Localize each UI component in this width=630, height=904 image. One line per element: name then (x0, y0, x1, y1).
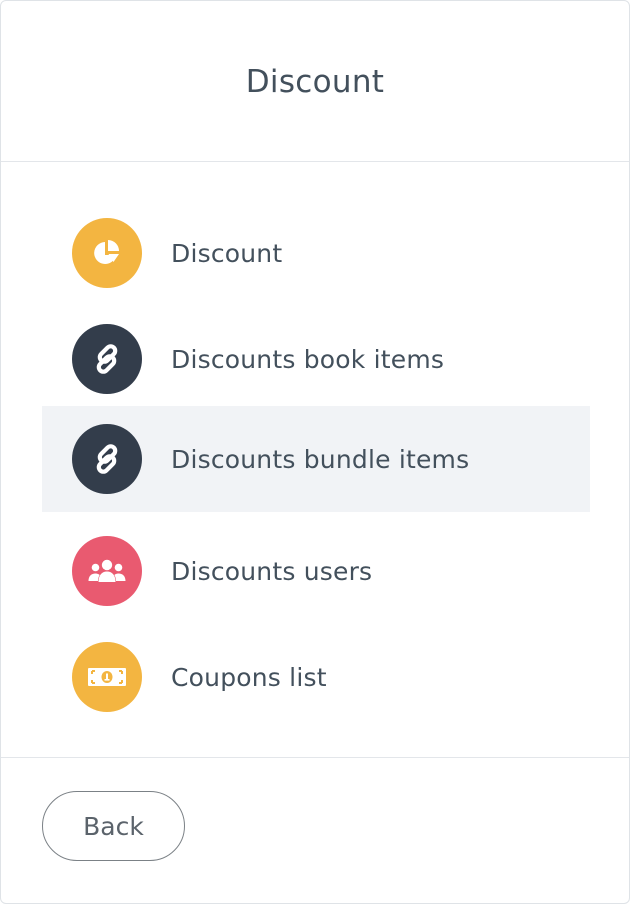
menu-item-discount[interactable]: Discount (42, 200, 590, 306)
pie-chart-icon (72, 218, 142, 288)
menu-item-label: Discount (171, 238, 283, 268)
menu-item-discounts-bundle-items[interactable]: Discounts bundle items (42, 406, 590, 512)
panel-footer: Back (1, 758, 629, 903)
menu-item-discounts-users[interactable]: Discounts users (42, 518, 590, 624)
menu-item-coupons-list[interactable]: Coupons list (42, 624, 590, 730)
panel-header: Discount (1, 1, 629, 162)
menu-item-label: Discounts book items (171, 344, 445, 374)
discount-menu: Discount Discounts book items Discounts … (1, 162, 629, 758)
menu-item-label: Discounts users (171, 556, 373, 586)
link-icon (72, 424, 142, 494)
menu-item-discounts-book-items[interactable]: Discounts book items (42, 306, 590, 412)
menu-item-label: Coupons list (171, 662, 327, 692)
users-icon (72, 536, 142, 606)
back-button[interactable]: Back (42, 791, 185, 861)
menu-item-label: Discounts bundle items (171, 444, 470, 474)
page-title: Discount (245, 64, 385, 100)
money-bill-icon (72, 642, 142, 712)
discount-panel: Discount Discount Discounts book items D… (0, 0, 630, 904)
link-icon (72, 324, 142, 394)
